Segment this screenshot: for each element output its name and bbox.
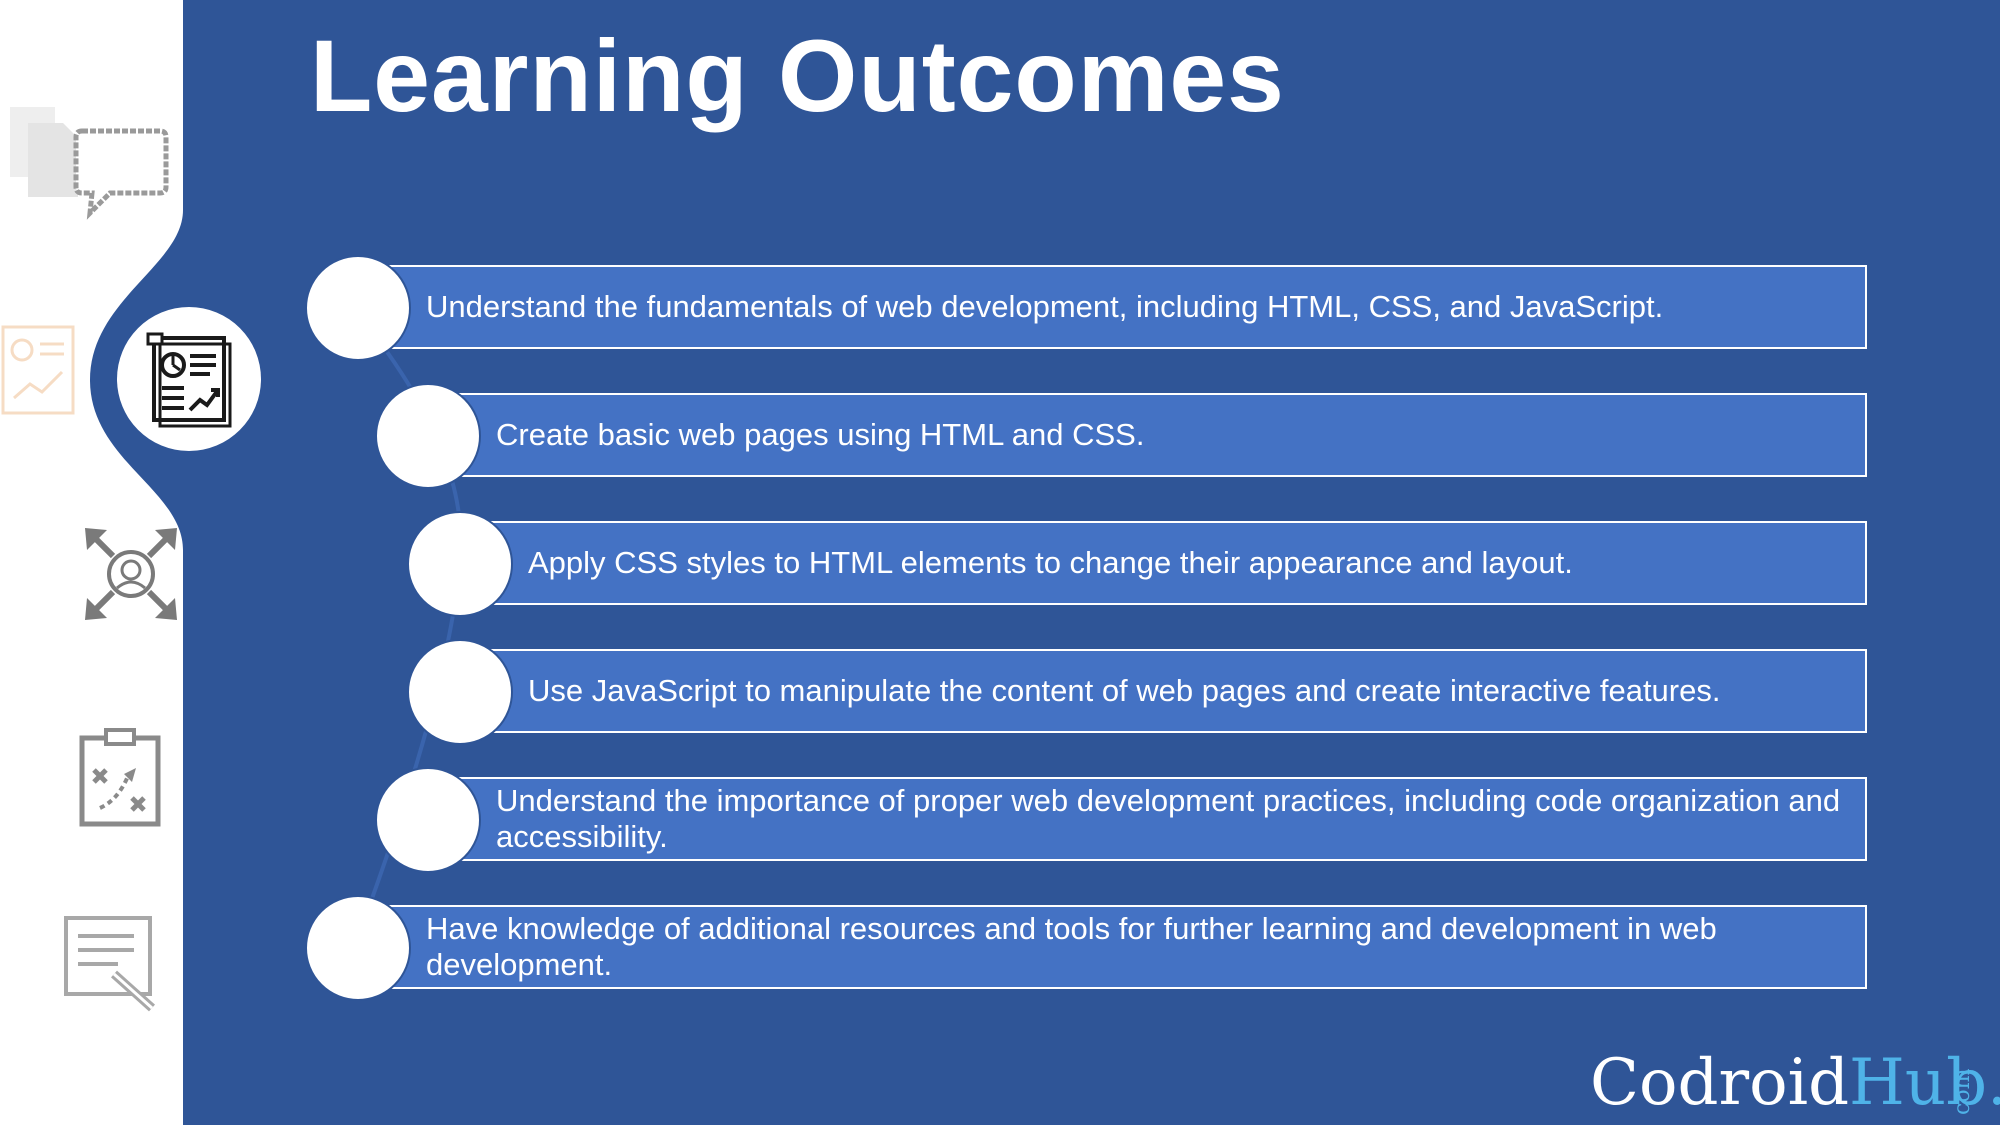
brand-name-part1: Codroid xyxy=(1590,1046,1850,1120)
brand-dot: . xyxy=(1987,1048,2000,1118)
brand-logo: CodroidHub. xyxy=(1590,1048,2000,1118)
slide: Learning Outcomes Understand the fundame… xyxy=(0,0,2000,1125)
outcome-text-1: Understand the fundamentals of web devel… xyxy=(426,289,1664,324)
outcome-circle-5 xyxy=(375,767,481,873)
outcome-text-3: Apply CSS styles to HTML elements to cha… xyxy=(528,545,1573,580)
outcome-text-5: Understand the importance of proper web … xyxy=(496,783,1841,854)
outcome-circle-2 xyxy=(375,383,481,489)
outcome-circle-6 xyxy=(305,895,411,1001)
outcome-circle-3 xyxy=(407,511,513,617)
outcome-text-2: Create basic web pages using HTML and CS… xyxy=(496,417,1145,452)
outcome-text-4: Use JavaScript to manipulate the content… xyxy=(528,673,1721,708)
page-title: Learning Outcomes xyxy=(310,19,1285,133)
outcome-text-6: Have knowledge of additional resources a… xyxy=(426,911,1717,982)
brand-suffix: com xyxy=(1950,1068,1975,1115)
outcome-circle-4 xyxy=(407,639,513,745)
outcome-circle-1 xyxy=(305,255,411,361)
